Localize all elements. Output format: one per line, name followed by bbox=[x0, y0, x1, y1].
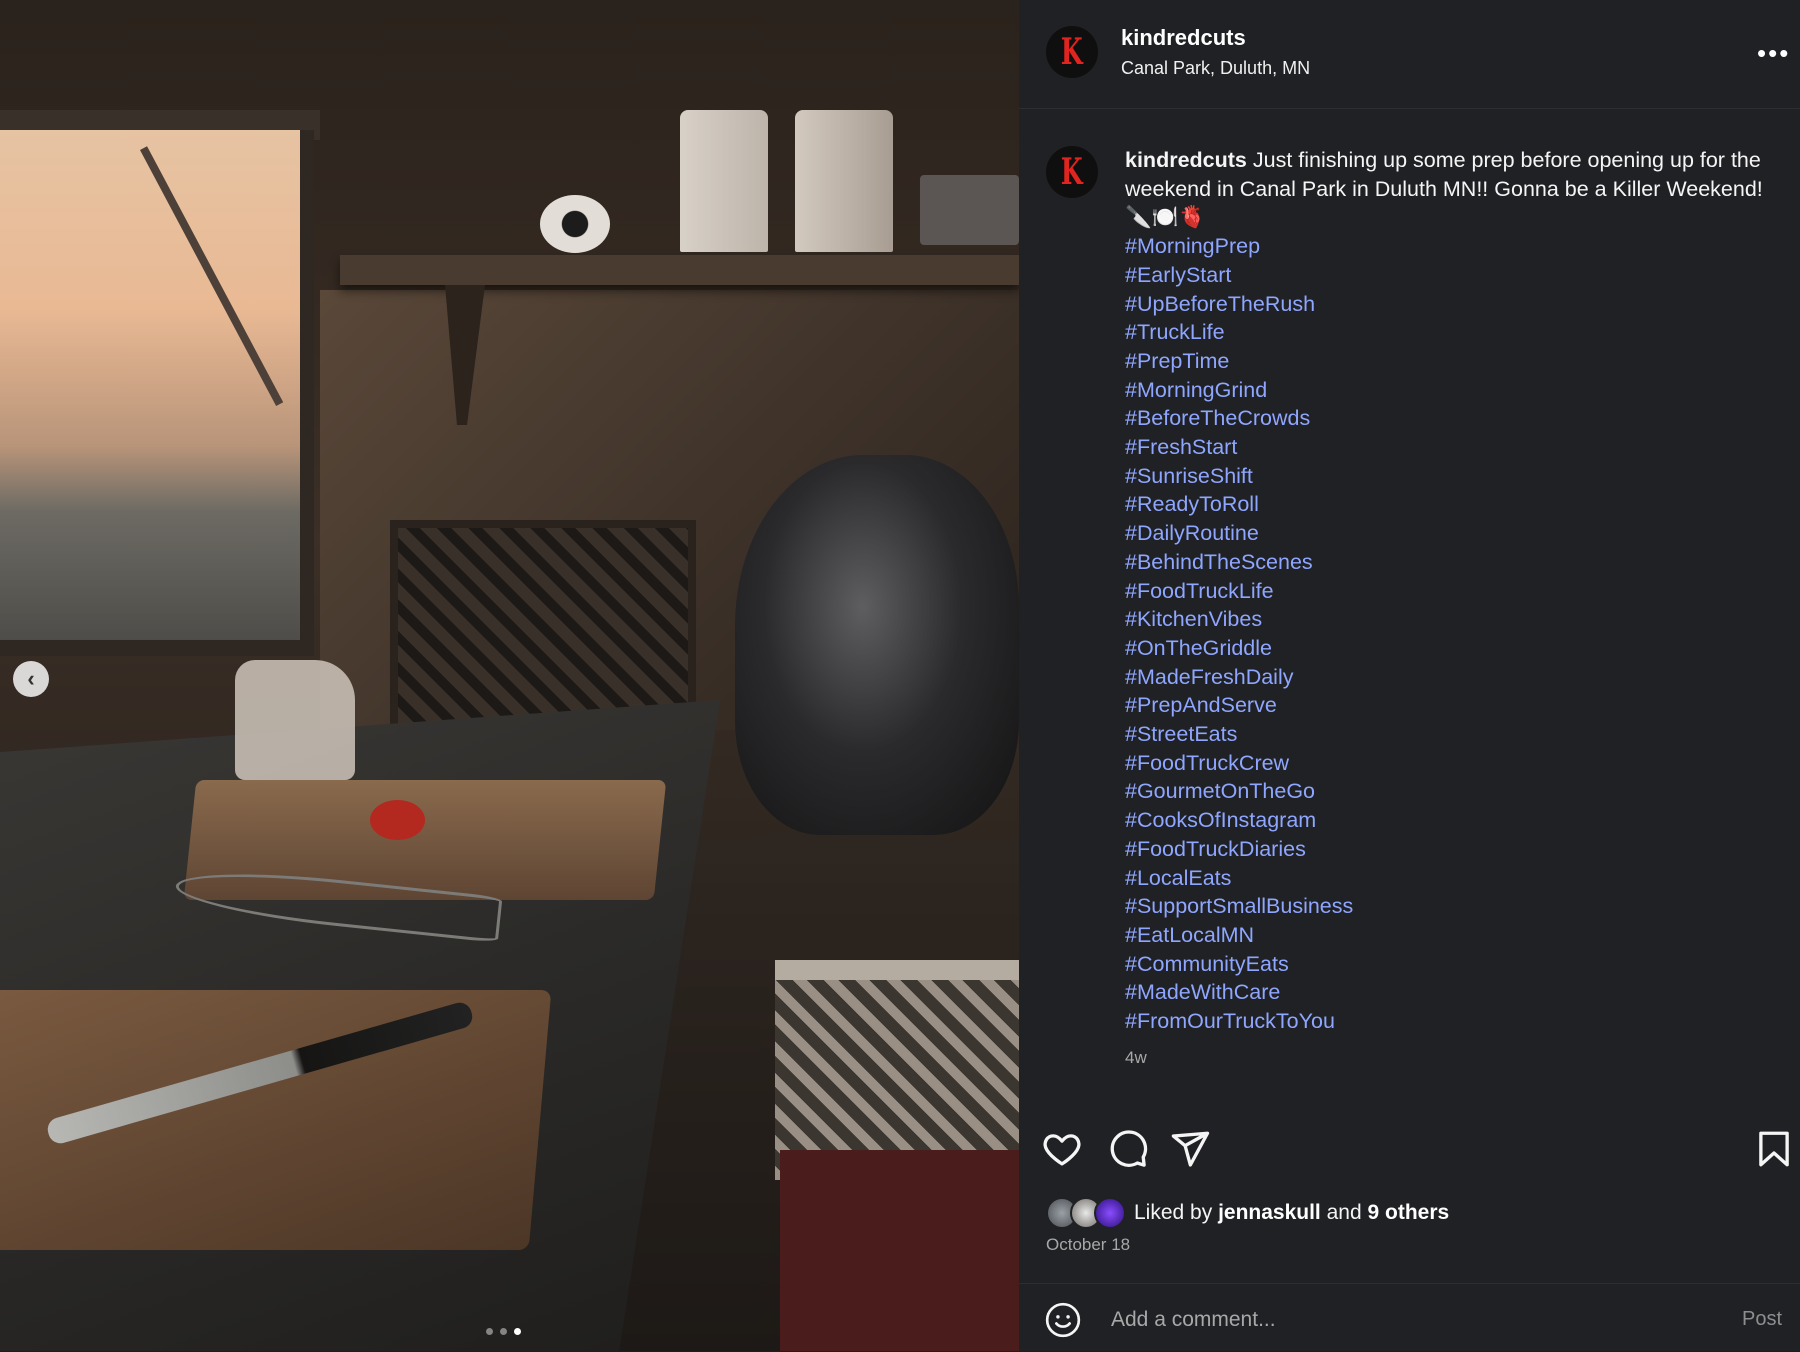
hashtag-link[interactable]: #MadeFreshDaily bbox=[1125, 663, 1775, 692]
photo-shelf bbox=[340, 255, 1019, 285]
hashtag-link[interactable]: #EatLocalMN bbox=[1125, 921, 1775, 950]
carousel-dot-active bbox=[514, 1328, 521, 1335]
photo-container-left bbox=[680, 110, 768, 252]
hashtag-link[interactable]: #BeforeTheCrowds bbox=[1125, 404, 1775, 433]
photo-tape-roll bbox=[540, 195, 610, 253]
hashtag-link[interactable]: #LocalEats bbox=[1125, 864, 1775, 893]
hashtag-link[interactable]: #CooksOfInstagram bbox=[1125, 806, 1775, 835]
carousel-indicator bbox=[486, 1328, 521, 1335]
hashtag-link[interactable]: #FoodTruckDiaries bbox=[1125, 835, 1775, 864]
photo-container-right bbox=[795, 110, 893, 252]
photo-trash-bag bbox=[735, 455, 1019, 835]
hashtag-link[interactable]: #CommunityEats bbox=[1125, 950, 1775, 979]
hashtag-link[interactable]: #EarlyStart bbox=[1125, 261, 1775, 290]
hashtag-link[interactable]: #SupportSmallBusiness bbox=[1125, 892, 1775, 921]
carousel-dot bbox=[500, 1328, 507, 1335]
hashtag-link[interactable]: #KitchenVibes bbox=[1125, 605, 1775, 634]
comment-icon[interactable] bbox=[1107, 1128, 1149, 1170]
post-comment-button[interactable]: Post bbox=[1742, 1308, 1782, 1331]
emoji-icon[interactable] bbox=[1044, 1301, 1082, 1339]
photo-cloth-bag bbox=[235, 660, 355, 780]
hashtag-link[interactable]: #PrepAndServe bbox=[1125, 691, 1775, 720]
hashtag-link[interactable]: #ReadyToRoll bbox=[1125, 490, 1775, 519]
caption-username[interactable]: kindredcuts bbox=[1125, 148, 1247, 172]
hashtag-link[interactable]: #TruckLife bbox=[1125, 318, 1775, 347]
hashtag-link[interactable]: #BehindTheScenes bbox=[1125, 548, 1775, 577]
avatar-letter: K bbox=[1061, 31, 1083, 73]
comment-input[interactable] bbox=[1109, 1302, 1673, 1338]
hashtag-link[interactable]: #MorningGrind bbox=[1125, 376, 1775, 405]
photo-crate-lower bbox=[775, 960, 1019, 1180]
comment-bar: Post bbox=[1019, 1283, 1800, 1352]
avatar[interactable]: K bbox=[1046, 26, 1098, 78]
action-bar bbox=[1019, 1128, 1800, 1178]
photo-window bbox=[0, 130, 314, 656]
post-header: K kindredcuts Canal Park, Duluth, MN ••• bbox=[1019, 0, 1800, 109]
caption-age: 4w bbox=[1125, 1048, 1147, 1067]
carousel-dot bbox=[486, 1328, 493, 1335]
likes-summary: Liked by jennaskull and 9 others bbox=[1046, 1195, 1449, 1231]
chevron-left-icon: ‹ bbox=[27, 666, 35, 691]
hashtag-link[interactable]: #FoodTruckLife bbox=[1125, 577, 1775, 606]
caption: kindredcuts Just finishing up some prep … bbox=[1125, 146, 1775, 1036]
hashtag-link[interactable]: #FreshStart bbox=[1125, 433, 1775, 462]
hashtag-link[interactable]: #UpBeforeTheRush bbox=[1125, 290, 1775, 319]
photo-maroon-crate bbox=[780, 1150, 1019, 1351]
likes-others[interactable]: 9 others bbox=[1368, 1201, 1450, 1225]
photo-metal-pan bbox=[920, 175, 1019, 245]
photo-tomato bbox=[370, 800, 425, 840]
hashtag-link[interactable]: #MorningPrep bbox=[1125, 232, 1775, 261]
caption-avatar[interactable]: K bbox=[1046, 146, 1098, 198]
post-date: October 18 bbox=[1046, 1235, 1131, 1254]
likes-user[interactable]: jennaskull bbox=[1218, 1201, 1321, 1225]
hashtag-link[interactable]: #MadeWithCare bbox=[1125, 978, 1775, 1007]
instagram-post: ‹ K kindredcuts Canal Park, Duluth, MN •… bbox=[0, 0, 1800, 1351]
hashtag-link[interactable]: #StreetEats bbox=[1125, 720, 1775, 749]
post-panel: K kindredcuts Canal Park, Duluth, MN •••… bbox=[1019, 0, 1800, 1351]
hashtag-link[interactable]: #PrepTime bbox=[1125, 347, 1775, 376]
heart-icon[interactable] bbox=[1041, 1128, 1083, 1170]
avatar-letter: K bbox=[1061, 151, 1083, 193]
caption-body: kindredcuts Just finishing up some prep … bbox=[1125, 146, 1775, 232]
liker-avatar bbox=[1094, 1197, 1126, 1229]
bookmark-icon[interactable] bbox=[1753, 1128, 1795, 1170]
hashtag-list: #MorningPrep #EarlyStart #UpBeforeTheRush #… bbox=[1125, 232, 1775, 1036]
carousel-prev-button[interactable]: ‹ bbox=[13, 661, 49, 697]
liker-avatars[interactable] bbox=[1046, 1197, 1126, 1229]
post-username[interactable]: kindredcuts bbox=[1121, 25, 1246, 51]
more-options-icon[interactable]: ••• bbox=[1757, 38, 1790, 69]
post-location[interactable]: Canal Park, Duluth, MN bbox=[1121, 58, 1310, 79]
hashtag-link[interactable]: #FromOurTruckToYou bbox=[1125, 1007, 1775, 1036]
likes-joiner: and bbox=[1326, 1201, 1362, 1224]
post-media[interactable]: ‹ bbox=[0, 0, 1019, 1351]
share-icon[interactable] bbox=[1169, 1128, 1211, 1170]
hashtag-link[interactable]: #SunriseShift bbox=[1125, 462, 1775, 491]
hashtag-link[interactable]: #DailyRoutine bbox=[1125, 519, 1775, 548]
likes-prefix: Liked by bbox=[1134, 1201, 1213, 1224]
hashtag-link[interactable]: #GourmetOnTheGo bbox=[1125, 777, 1775, 806]
hashtag-link[interactable]: #FoodTruckCrew bbox=[1125, 749, 1775, 778]
hashtag-link[interactable]: #OnTheGriddle bbox=[1125, 634, 1775, 663]
